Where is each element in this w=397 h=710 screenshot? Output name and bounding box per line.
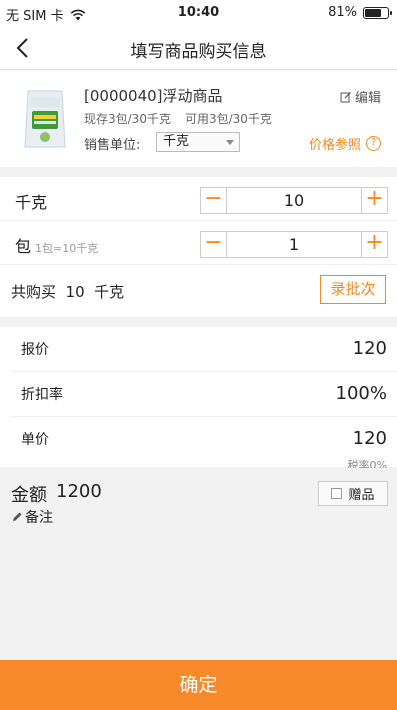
pencil-icon [13, 512, 22, 521]
product-image [24, 90, 66, 148]
help-icon: ? [366, 136, 381, 151]
gift-toggle[interactable]: 赠品 [318, 481, 388, 506]
discount-value[interactable]: 100% [336, 383, 387, 404]
battery-fill [365, 8, 382, 17]
quantity-input[interactable]: 10 [227, 188, 361, 213]
record-batch-button[interactable]: 录批次 [320, 275, 386, 304]
unit-price-row[interactable]: 单价 120 税率0% [11, 417, 397, 472]
total-quantity-text: 共购买 10 千克 [11, 283, 125, 301]
decrement-button[interactable]: − [201, 188, 227, 213]
battery-percent: 81% [328, 5, 357, 20]
increment-button[interactable]: + [361, 232, 387, 257]
unit-price-label: 单价 [21, 432, 49, 448]
product-card: [0000040]浮动商品 编辑 现存3包/30千克 可用3包/30千克 销售单… [0, 71, 397, 167]
unit-price-value[interactable]: 120 [353, 428, 387, 449]
gift-label: 赠品 [348, 488, 375, 503]
conversion-hint: 1包≈10千克 [35, 242, 99, 255]
total-quantity-row: 共购买 10 千克 录批次 [0, 265, 397, 317]
quantity-stepper-pack: − 1 + [200, 231, 388, 258]
caret-down-icon [226, 140, 234, 145]
decrement-button[interactable]: − [201, 232, 227, 257]
quantity-input[interactable]: 1 [227, 232, 361, 257]
pricing-section: 报价 120 折扣率 100% 单价 120 税率0% [0, 327, 397, 472]
stock-available: 可用3包/30千克 [184, 112, 272, 126]
quantity-row-kg: 千克 − 10 + [0, 177, 397, 221]
quote-value[interactable]: 120 [353, 338, 387, 359]
unit-select[interactable]: 千克 [156, 132, 240, 152]
quote-label: 报价 [21, 342, 49, 358]
edit-button[interactable]: 编辑 [340, 87, 381, 106]
amount-label: 金额 [11, 485, 47, 506]
stock-info: 现存3包/30千克 可用3包/30千克 [84, 110, 272, 127]
page-title: 填写商品购买信息 [130, 42, 267, 62]
quantity-unit-label: 千克 [15, 193, 48, 212]
nav-bar: 填写商品购买信息 [0, 26, 397, 70]
status-right: 81% [328, 5, 392, 20]
increment-button[interactable]: + [361, 188, 387, 213]
price-reference-button[interactable]: 价格参照 ? [309, 134, 381, 153]
gift-checkbox[interactable] [331, 488, 343, 499]
unit-select-value: 千克 [163, 134, 190, 149]
quote-row[interactable]: 报价 120 [11, 327, 397, 372]
note-label: 备注 [25, 510, 53, 526]
note-button[interactable]: 备注 [11, 507, 53, 527]
status-bar: 无 SIM 卡 10:40 81% [0, 0, 397, 26]
quantity-stepper-kg: − 10 + [200, 187, 388, 214]
quantity-row-pack: 包 1包≈10千克 − 1 + [0, 221, 397, 265]
product-name: [0000040]浮动商品 [84, 87, 223, 105]
price-reference-label: 价格参照 [308, 138, 361, 153]
stock-current: 现存3包/30千克 [84, 112, 171, 126]
battery-icon [363, 6, 392, 19]
amount-section: 金额 1200 赠品 备注 [0, 468, 397, 660]
discount-row[interactable]: 折扣率 100% [11, 372, 397, 417]
confirm-button[interactable]: 确定 [0, 660, 397, 710]
quantity-unit-label: 包 1包≈10千克 [15, 237, 99, 256]
edit-icon [340, 91, 351, 102]
quantity-section: 千克 − 10 + 包 1包≈10千克 − 1 + 共购买 10 千克 录批次 [0, 177, 397, 317]
edit-label: 编辑 [354, 91, 381, 106]
unit-label: 销售单位: [84, 138, 141, 153]
amount-value: 1200 [56, 481, 102, 502]
discount-label: 折扣率 [21, 387, 63, 403]
